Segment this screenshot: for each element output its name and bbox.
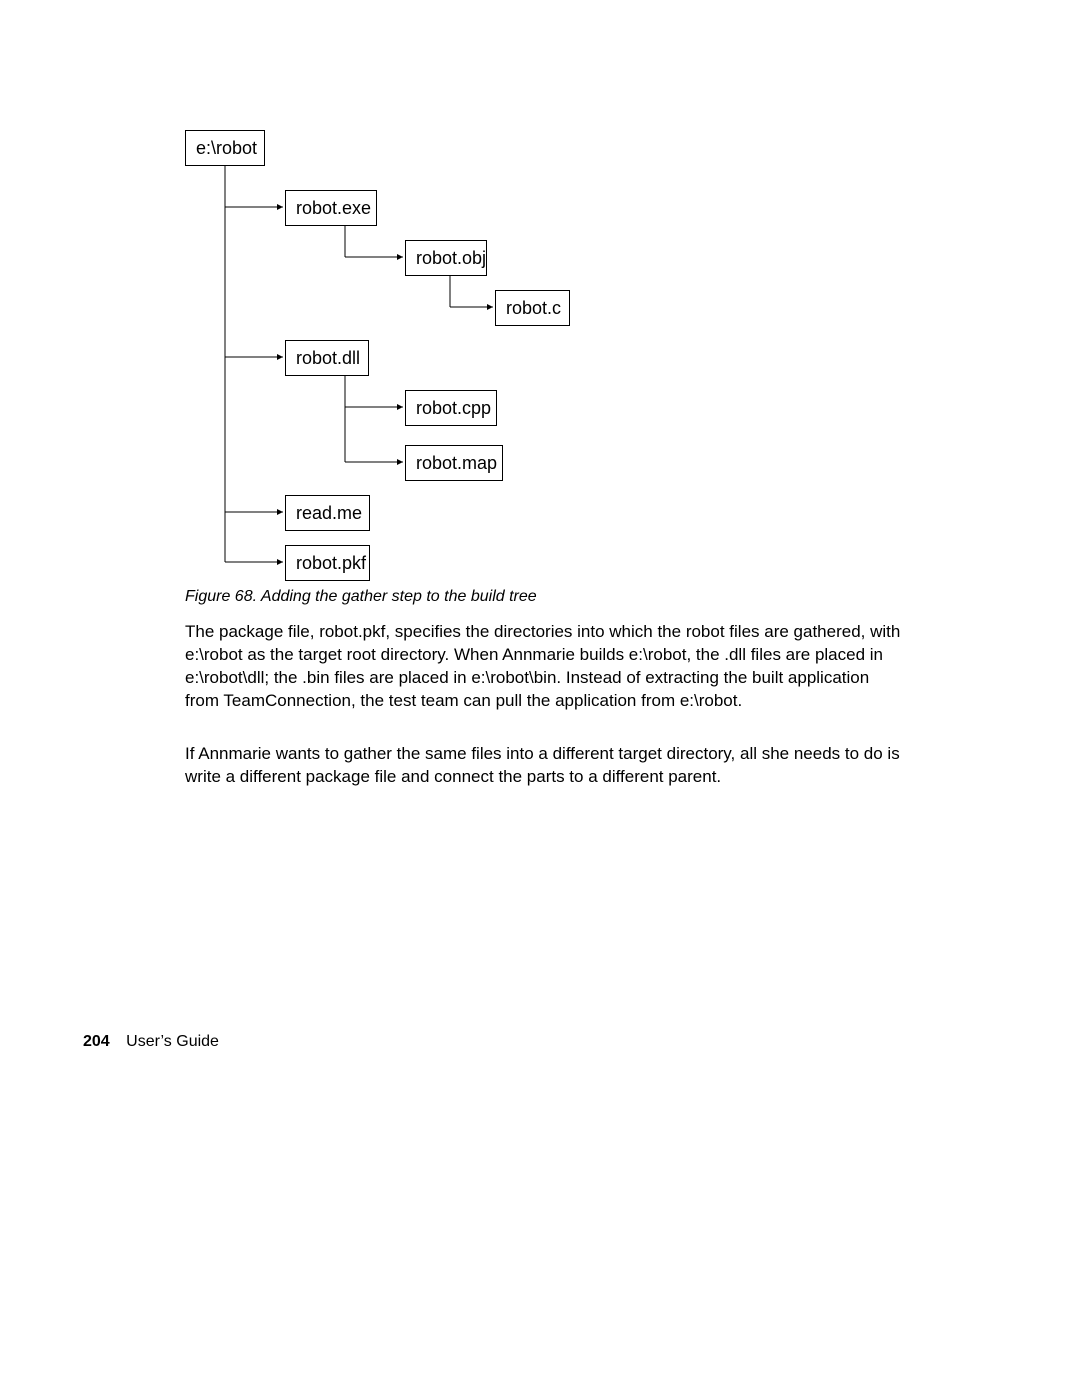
- connector-lines: [185, 130, 685, 590]
- figure-number: Figure 68.: [185, 588, 257, 605]
- node-readme: read.me: [285, 495, 370, 531]
- node-robot-c: robot.c: [495, 290, 570, 326]
- page-number: 204: [83, 1033, 110, 1050]
- node-robot-exe: robot.exe: [285, 190, 377, 226]
- node-robot-pkf: robot.pkf: [285, 545, 370, 581]
- node-robot-cpp: robot.cpp: [405, 390, 497, 426]
- node-root: e:\robot: [185, 130, 265, 166]
- node-robot-dll: robot.dll: [285, 340, 369, 376]
- body-paragraph-1: The package file, robot.pkf, specifies t…: [185, 620, 905, 712]
- footer-title: User’s Guide: [126, 1033, 219, 1050]
- page: e:\robot robot.exe robot.obj robot.c rob…: [0, 0, 1080, 1397]
- figure-caption-text: Adding the gather step to the build tree: [261, 588, 537, 605]
- build-tree-diagram: e:\robot robot.exe robot.obj robot.c rob…: [185, 130, 685, 580]
- figure-caption: Figure 68. Adding the gather step to the…: [185, 588, 537, 606]
- page-footer: 204 User’s Guide: [83, 1033, 219, 1051]
- node-robot-obj: robot.obj: [405, 240, 487, 276]
- body-paragraph-2: If Annmarie wants to gather the same fil…: [185, 742, 905, 788]
- node-robot-map: robot.map: [405, 445, 503, 481]
